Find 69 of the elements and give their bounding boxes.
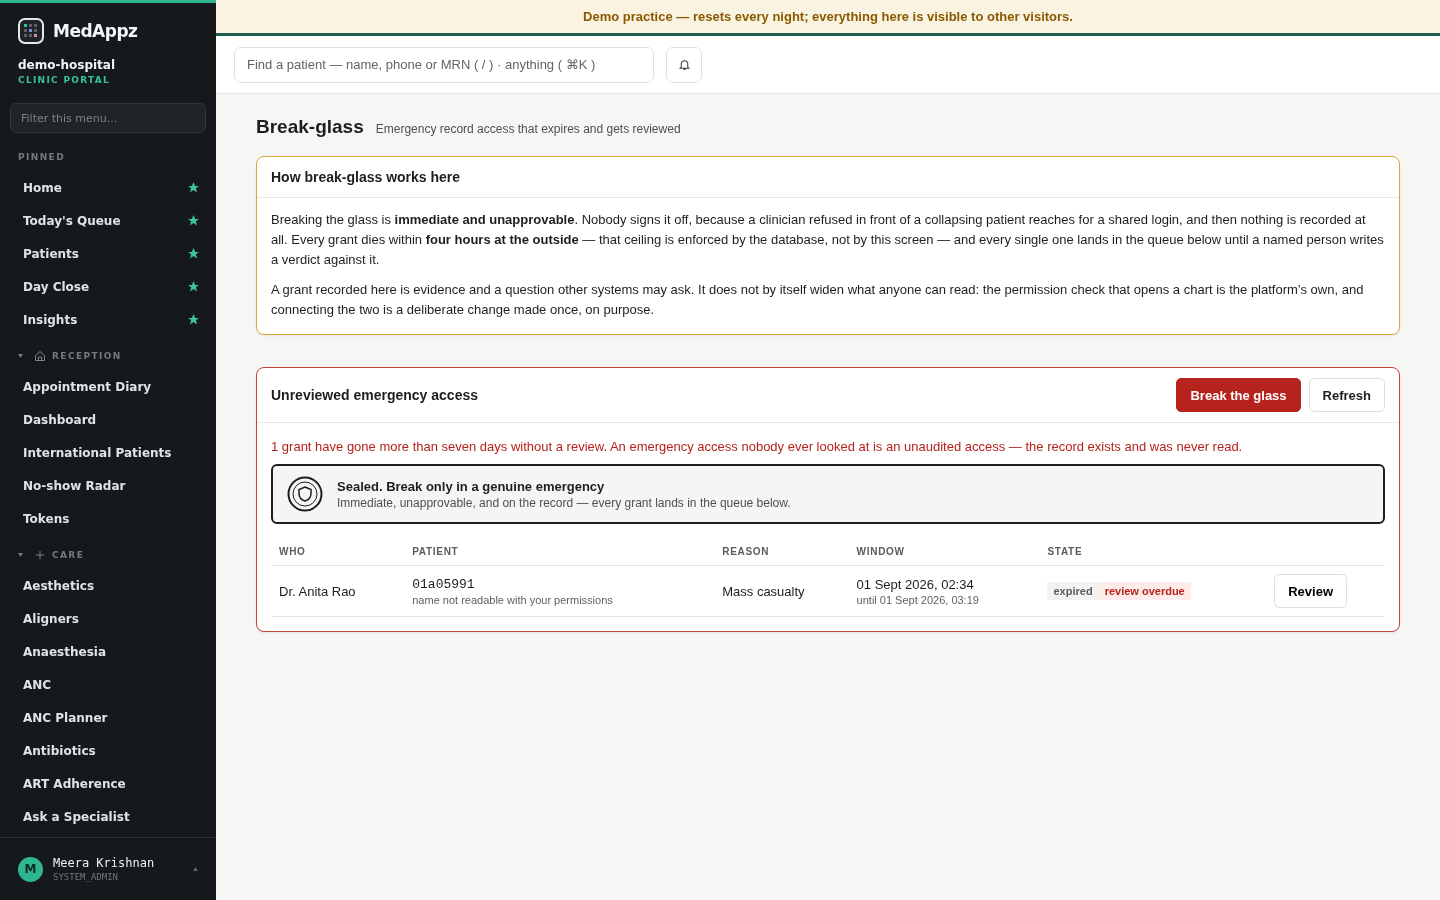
table-cell: Mass casualty [714,565,849,617]
sidebar-item[interactable]: Patients [0,237,216,270]
sidebar-item[interactable]: Dashboard [0,403,216,436]
sidebar-item[interactable]: Appointment Diary [0,370,216,403]
notice-title: Sealed. Break only in a genuine emergency [337,478,606,494]
organization-name: demo-hospital [17,57,117,72]
user-name: Meera Krishnan [53,856,155,870]
card-title: Unreviewed emergency access [271,387,478,403]
sidebar-item[interactable]: No-show Radar [0,469,216,502]
bell-icon [677,58,691,71]
column-header: PATIENT [404,538,715,566]
shield-icon [287,476,323,512]
status-tag: review overdue [1098,582,1191,600]
warning-message: 1 grant have gone more than seven days without a review. An emergency access nobody ever looked at is an unaudited access — the record exists and was never read. [271,439,1244,454]
break-glass-button[interactable]: Break the glass [1176,378,1301,412]
expand-icon[interactable] [193,867,198,871]
sidebar-item[interactable]: Aesthetics [0,569,216,602]
search-field[interactable]: Find a patient — name, phone or MRN ( / ) · anything ( ⌘K ) [234,46,654,83]
sidebar-item[interactable]: ANC Planner [0,701,216,734]
column-header: STATE [1039,538,1267,566]
star-icon[interactable] [187,214,200,227]
plus-icon [34,549,46,561]
sidebar-item[interactable]: Antibiotics [0,734,216,767]
user-avatar: M [18,856,43,882]
star-icon[interactable] [187,181,200,194]
house-icon [34,350,46,362]
patient-id: 01a05991 [412,576,476,592]
notice-text: Immediate, unapprovable, and on the record — every grant lands in the queue below. [337,495,791,510]
sidebar-item[interactable]: ART Adherence [0,767,216,800]
section-heading: CARE [52,550,85,560]
sidebar-item[interactable]: Insights [0,303,216,336]
sidebar-item[interactable]: ANC [0,668,216,701]
page-subtitle: Emergency record access that expires and gets reviewed [375,122,681,136]
sidebar-item[interactable]: Anaesthesia [0,635,216,668]
table-cell: Dr. Anita Rao [271,565,405,617]
column-header: WHO [271,538,405,566]
section-heading: PINNED [18,152,66,162]
paragraph: A grant recorded here is evidence and a question other systems may ask. It does not by itself widen what anyone can read: the permission check that opens a chart is the platform’s own, and connecting the two is a deliberate change made once, on purpose. [271,281,1365,319]
notifications-button[interactable] [666,46,702,83]
sidebar-item[interactable]: Home [0,171,216,204]
column-header: WINDOW [848,538,1040,566]
refresh-button[interactable]: Refresh [1308,378,1385,412]
star-icon[interactable] [187,313,200,326]
filter-field[interactable]: Filter this menu... [10,103,206,133]
sidebar-item[interactable]: Today's Queue [0,204,216,237]
sidebar-item[interactable]: International Patients [0,436,216,469]
portal-label: CLINIC PORTAL [17,74,112,85]
window-start: 01 Sept 2026, 02:34 [856,576,975,592]
brand-name: MedAppz [53,21,138,41]
sidebar-item[interactable]: Day Close [0,270,216,303]
caret-icon[interactable] [18,354,23,358]
page-title: Break-glass [256,116,364,138]
star-icon[interactable] [187,280,200,293]
window-end: until 01 Sept 2026, 03:19 [856,593,980,606]
sidebar-item[interactable]: Tokens [0,502,216,535]
logo-icon [18,18,44,44]
sidebar-item[interactable]: Aligners [0,602,216,635]
column-header: REASON [714,538,849,566]
banner-text: Demo practice — resets every night; everything here is visible to other visitors. [583,9,1073,24]
card-title: How break-glass works here [271,169,461,185]
sidebar-item[interactable]: Ask a Specialist [0,800,216,833]
user-role: SYSTEM_ADMIN [53,872,120,882]
paragraph: Breaking the glass is immediate and unapprovable. Nobody signs it off, because a clinician refused in front of a collapsing patient reaches for a shared login, and then nothing is recorded at all. Every grant dies within four hours at the outside — that ceiling is enforced by the database, not by this screen — and every single one lands in the queue below until a named person writes a verdict against it. [271,211,1385,269]
review-button[interactable]: Review [1274,574,1347,608]
status-tag: expired [1047,582,1099,600]
section-heading: RECEPTION [52,351,122,361]
star-icon[interactable] [187,247,200,260]
caret-icon[interactable] [18,553,23,557]
patient-note: name not readable with your permissions [412,593,614,606]
